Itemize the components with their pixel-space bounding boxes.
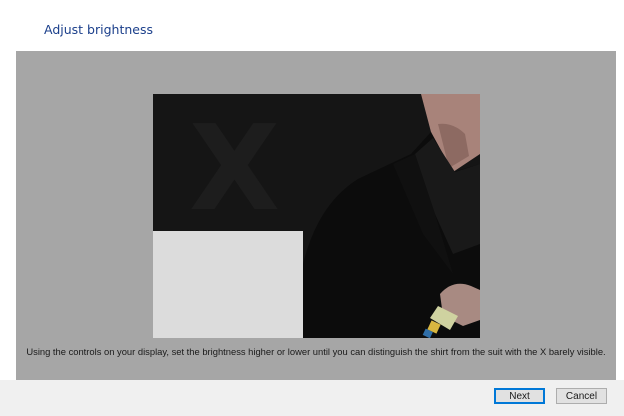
calibration-image: X — [153, 94, 480, 338]
next-button[interactable]: Next — [494, 388, 545, 404]
instructions-text: Using the controls on your display, set … — [26, 346, 606, 357]
page-title: Adjust brightness — [44, 22, 153, 37]
x-mark: X — [189, 99, 280, 237]
cancel-button[interactable]: Cancel — [556, 388, 607, 404]
